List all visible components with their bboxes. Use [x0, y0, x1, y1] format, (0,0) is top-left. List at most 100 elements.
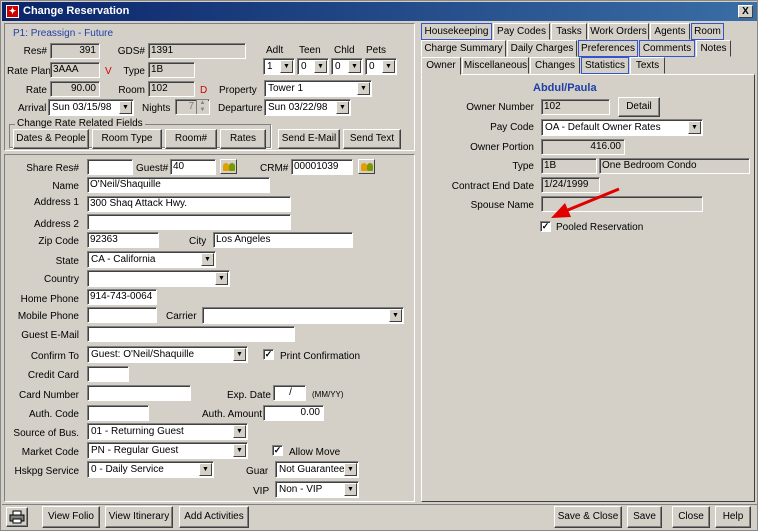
rates-button[interactable]: Rates — [220, 129, 266, 149]
send-text-button[interactable]: Send Text — [343, 129, 401, 149]
pets-select[interactable]: 0 ▼ — [365, 58, 397, 75]
country-label: Country — [43, 274, 79, 285]
owner-type-label: Type — [512, 161, 534, 172]
guarantee-select[interactable]: Not Guaranteed ▼ — [275, 461, 359, 478]
print-button[interactable] — [6, 507, 28, 527]
res-number-field: 391 — [50, 43, 100, 59]
guest-number-field[interactable]: 40 — [170, 159, 216, 175]
print-confirmation-checkbox[interactable]: ✓ — [263, 349, 274, 360]
tab-preferences[interactable]: Preferences — [578, 40, 638, 57]
crm-field[interactable]: 00001039 — [291, 159, 353, 175]
pets-label: Pets — [366, 45, 387, 56]
chevron-down-icon: ▼ — [357, 82, 370, 95]
property-select[interactable]: Tower 1 ▼ — [264, 80, 372, 97]
guest-number-label: Guest# — [136, 163, 169, 174]
credit-card-field[interactable] — [87, 366, 129, 382]
nights-stepper[interactable]: 7 ▲ ▼ — [175, 99, 210, 115]
name-field[interactable]: O'Neil/Shaquille — [87, 177, 270, 193]
tab-owner[interactable]: Owner — [421, 57, 461, 75]
help-button[interactable]: Help — [715, 506, 751, 528]
view-folio-button[interactable]: View Folio — [42, 506, 100, 528]
room-type-button[interactable]: Room Type — [92, 129, 162, 149]
room-label: Room — [118, 85, 145, 96]
send-email-button[interactable]: Send E-Mail — [278, 129, 340, 149]
tab-housekeeping[interactable]: Housekeeping — [421, 23, 492, 40]
pay-code-select[interactable]: OA - Default Owner Rates ▼ — [541, 119, 703, 136]
allow-move-checkbox[interactable]: ✓ — [272, 445, 283, 456]
tab-statistics[interactable]: Statistics — [581, 57, 629, 74]
state-label: State — [55, 256, 79, 267]
guest-lookup-icon[interactable] — [220, 159, 237, 174]
zip-field[interactable]: 92363 — [87, 232, 159, 248]
view-itinerary-button[interactable]: View Itinerary — [105, 506, 173, 528]
close-window-button[interactable]: X — [738, 5, 753, 18]
tab-changes[interactable]: Changes — [530, 57, 580, 74]
tab-comments[interactable]: Comments — [639, 40, 695, 57]
add-activities-button[interactable]: Add Activities — [179, 506, 249, 528]
tab-notes[interactable]: Notes — [696, 40, 731, 57]
source-of-business-select[interactable]: 01 - Returning Guest ▼ — [87, 423, 248, 440]
owner-portion-field: 416.00 — [541, 139, 625, 155]
country-select[interactable]: ▼ — [87, 270, 230, 287]
arrival-select[interactable]: Sun 03/15/98 ▼ — [48, 99, 134, 116]
tab-room[interactable]: Room — [691, 23, 724, 40]
tab-daily-charges[interactable]: Daily Charges — [507, 40, 577, 57]
market-code-select[interactable]: PN - Regular Guest ▼ — [87, 442, 248, 459]
guarantee-value: Not Guaranteed — [279, 464, 351, 475]
mobile-phone-field[interactable] — [87, 307, 157, 323]
chevron-down-icon: ▼ — [389, 309, 402, 322]
chevron-down-icon: ▼ — [215, 272, 228, 285]
exp-date-field[interactable]: / — [273, 385, 306, 401]
state-select[interactable]: CA - California ▼ — [87, 251, 216, 268]
tab-tasks[interactable]: Tasks — [551, 23, 587, 40]
tab-charge-summary[interactable]: Charge Summary — [421, 40, 506, 57]
auth-code-field[interactable] — [87, 405, 149, 421]
vip-select[interactable]: Non - VIP ▼ — [275, 481, 359, 498]
allow-move-label: Allow Move — [289, 447, 341, 458]
auth-amount-field[interactable]: 0.00 — [263, 405, 324, 421]
nights-value: 7 — [188, 101, 194, 112]
nights-label: Nights — [142, 103, 171, 114]
chevron-down-icon: ▼ — [233, 444, 246, 457]
owner-type-desc-field: One Bedroom Condo — [599, 158, 750, 174]
save-button[interactable]: Save — [627, 506, 662, 528]
address1-field[interactable]: 300 Shaq Attack Hwy. — [87, 196, 291, 212]
housekeeping-service-select[interactable]: 0 - Daily Service ▼ — [87, 461, 214, 478]
owner-number-field: 102 — [541, 99, 610, 115]
rate-plan-label: Rate Plan — [7, 66, 51, 77]
home-phone-field[interactable]: 914-743-0064 — [87, 289, 157, 305]
app-icon: ✦ — [6, 5, 19, 18]
chevron-down-icon: ▼ — [382, 60, 395, 73]
dates-people-button[interactable]: Dates & People — [13, 129, 89, 149]
adults-select[interactable]: 1 ▼ — [263, 58, 295, 75]
crm-lookup-icon[interactable] — [358, 159, 375, 174]
owner-number-label: Owner Number — [466, 102, 534, 113]
window-title: Change Reservation — [23, 5, 130, 17]
tab-work-orders[interactable]: Work Orders — [588, 23, 649, 40]
guest-email-field[interactable] — [87, 326, 295, 342]
arrival-label: Arrival — [18, 103, 47, 114]
owner-detail-button[interactable]: Detail — [618, 97, 660, 117]
tab-miscellaneous[interactable]: Miscellaneous — [462, 57, 529, 74]
carrier-label: Carrier — [166, 311, 197, 322]
carrier-select[interactable]: ▼ — [202, 307, 404, 324]
share-res-field[interactable] — [87, 159, 133, 175]
save-close-button[interactable]: Save & Close — [554, 506, 622, 528]
chevron-down-icon: ▼ — [233, 425, 246, 438]
address2-field[interactable] — [87, 214, 291, 230]
tab-agents[interactable]: Agents — [650, 23, 690, 40]
room-number-button[interactable]: Room# — [165, 129, 217, 149]
owner-type-code-field: 1B — [541, 158, 597, 174]
teens-select[interactable]: 0 ▼ — [297, 58, 329, 75]
city-field[interactable]: Los Angeles — [213, 232, 353, 248]
tab-texts[interactable]: Texts — [630, 57, 665, 74]
card-number-field[interactable] — [87, 385, 191, 401]
confirm-to-select[interactable]: Guest: O'Neil/Shaquille ▼ — [87, 346, 248, 363]
tab-pay-codes[interactable]: Pay Codes — [493, 23, 550, 40]
children-select[interactable]: 0 ▼ — [331, 58, 363, 75]
housekeeping-service-value: 0 - Daily Service — [91, 464, 164, 475]
departure-select[interactable]: Sun 03/22/98 ▼ — [264, 99, 351, 116]
close-button[interactable]: Close — [672, 506, 710, 528]
gds-label: GDS# — [117, 46, 145, 57]
credit-card-label: Credit Card — [27, 370, 79, 381]
